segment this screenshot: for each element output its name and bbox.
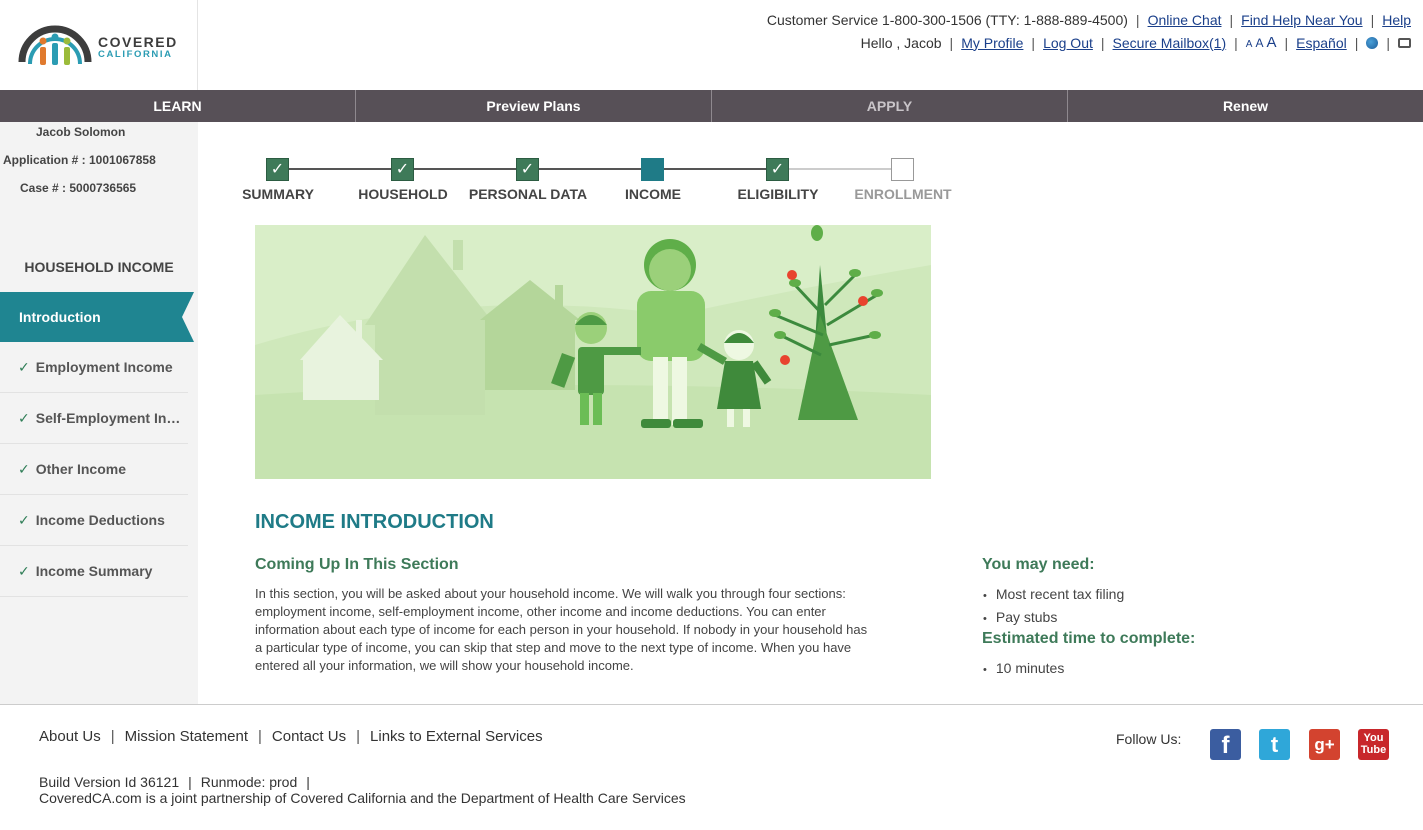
divider: | bbox=[258, 728, 262, 745]
sidebar-item-label: Income Deductions bbox=[35, 512, 165, 528]
nav-learn[interactable]: LEARN bbox=[0, 90, 356, 122]
build-version: Build Version Id 36121 bbox=[39, 774, 180, 790]
covered-california-logo[interactable]: COVERED CALIFORNIA bbox=[0, 0, 198, 90]
mission-statement-link[interactable]: Mission Statement bbox=[125, 728, 248, 745]
hero-illustration bbox=[255, 225, 931, 479]
secure-mailbox-link[interactable]: Secure Mailbox(1) bbox=[1113, 35, 1227, 51]
footer-links: About Us | Mission Statement | Contact U… bbox=[39, 728, 543, 745]
page-title: INCOME INTRODUCTION bbox=[255, 511, 494, 533]
contact-us-link[interactable]: Contact Us bbox=[272, 728, 346, 745]
family-illustration bbox=[255, 225, 931, 479]
check-icon: ✓ bbox=[18, 410, 30, 426]
sidebar: Jacob Solomon Application # : 1001067858… bbox=[0, 122, 198, 704]
sidebar-item-self-employment-income[interactable]: ✓ Self-Employment Income bbox=[0, 393, 188, 444]
footer-divider bbox=[0, 704, 1423, 705]
utility-bar-user: Hello , Jacob | My Profile | Log Out | S… bbox=[861, 34, 1411, 51]
text-size-large-button[interactable]: A bbox=[1266, 34, 1276, 51]
divider: | bbox=[1031, 34, 1036, 51]
youtube-text-bottom: Tube bbox=[1360, 744, 1387, 756]
customer-service-text: Customer Service 1-800-300-1506 (TTY: 1-… bbox=[766, 12, 1128, 28]
step-enrollment-label: ENROLLMENT bbox=[854, 186, 952, 202]
divider: | bbox=[1234, 34, 1238, 51]
check-icon: ✓ bbox=[18, 512, 30, 528]
find-help-link[interactable]: Find Help Near You bbox=[1241, 12, 1362, 28]
case-number: Case # : 5000736565 bbox=[20, 181, 137, 195]
you-may-need-heading: You may need: bbox=[982, 556, 1095, 573]
logo-text-california: CALIFORNIA bbox=[98, 49, 173, 60]
need-item: Most recent tax filing bbox=[983, 586, 1124, 602]
step-eligibility-check-icon: ✓ bbox=[766, 158, 789, 181]
progress-connector bbox=[788, 168, 892, 170]
sidebar-item-label: Self-Employment Income bbox=[35, 410, 188, 426]
greeting-text: Hello , Jacob bbox=[860, 34, 942, 51]
check-icon: ✓ bbox=[18, 359, 30, 375]
divider: | bbox=[1370, 12, 1375, 28]
partnership-text: CoveredCA.com is a joint partnership of … bbox=[39, 790, 686, 806]
youtube-text-top: You bbox=[1363, 732, 1384, 744]
nav-preview-plans[interactable]: Preview Plans bbox=[356, 90, 712, 122]
divider: | bbox=[949, 34, 954, 51]
divider: | bbox=[1386, 34, 1390, 51]
divider: | bbox=[1354, 34, 1359, 51]
sidebar-heading: HOUSEHOLD INCOME bbox=[24, 259, 174, 275]
sidebar-item-other-income[interactable]: ✓ Other Income bbox=[0, 444, 188, 495]
progress-connector bbox=[538, 168, 642, 170]
help-link[interactable]: Help bbox=[1382, 12, 1411, 28]
log-out-link[interactable]: Log Out bbox=[1043, 35, 1093, 51]
sidebar-item-introduction[interactable]: Introduction bbox=[0, 292, 194, 342]
divider: | bbox=[110, 728, 115, 745]
globe-icon[interactable] bbox=[1366, 36, 1379, 49]
sidebar-item-employment-income[interactable]: ✓ Employment Income bbox=[0, 342, 188, 393]
divider: | bbox=[1100, 34, 1105, 51]
external-services-link[interactable]: Links to External Services bbox=[370, 728, 543, 745]
utility-bar-top: Customer Service 1-800-300-1506 (TTY: 1-… bbox=[767, 12, 1411, 28]
check-icon: ✓ bbox=[18, 563, 30, 579]
step-summary-check-icon: ✓ bbox=[266, 158, 289, 181]
sidebar-item-label: Other Income bbox=[35, 461, 126, 477]
step-income-current-icon bbox=[641, 158, 664, 181]
build-info: Build Version Id 36121 | Runmode: prod | bbox=[39, 774, 310, 790]
nav-apply[interactable]: APPLY bbox=[712, 90, 1068, 122]
coming-up-heading: Coming Up In This Section bbox=[255, 556, 459, 573]
text-size-small-button[interactable]: A bbox=[1246, 39, 1253, 50]
sidebar-item-label: Income Summary bbox=[35, 563, 153, 579]
applicant-name: Jacob Solomon bbox=[36, 125, 126, 139]
online-chat-link[interactable]: Online Chat bbox=[1148, 12, 1222, 28]
main-nav: LEARN Preview Plans APPLY Renew bbox=[0, 90, 1423, 122]
divider: | bbox=[356, 728, 361, 745]
nav-renew[interactable]: Renew bbox=[1068, 90, 1423, 122]
time-item: 10 minutes bbox=[983, 660, 1064, 676]
twitter-icon[interactable]: t bbox=[1259, 729, 1290, 760]
coming-up-text: In this section, you will be asked about… bbox=[255, 586, 868, 673]
sidebar-item-label: Employment Income bbox=[35, 359, 173, 375]
divider: | bbox=[1135, 12, 1140, 28]
logo-text-covered: COVERED bbox=[98, 34, 178, 50]
facebook-icon[interactable]: f bbox=[1210, 729, 1241, 760]
progress-connector bbox=[288, 168, 392, 170]
logo-emblem-icon bbox=[18, 25, 92, 65]
espanol-link[interactable]: Español bbox=[1296, 35, 1347, 51]
estimated-time-heading: Estimated time to complete: bbox=[982, 630, 1196, 647]
check-icon: ✓ bbox=[18, 461, 30, 477]
progress-connector bbox=[413, 168, 517, 170]
sidebar-item-income-summary[interactable]: ✓ Income Summary bbox=[0, 546, 188, 597]
printer-icon[interactable] bbox=[1398, 37, 1411, 48]
divider: | bbox=[1229, 12, 1234, 28]
follow-us-label: Follow Us: bbox=[1116, 731, 1182, 747]
youtube-icon[interactable]: You Tube bbox=[1358, 729, 1389, 760]
google-plus-icon[interactable]: g+ bbox=[1309, 729, 1340, 760]
about-us-link[interactable]: About Us bbox=[39, 728, 101, 745]
need-item: Pay stubs bbox=[983, 609, 1057, 625]
runmode: Runmode: prod bbox=[200, 774, 298, 790]
text-size-medium-button[interactable]: A bbox=[1255, 36, 1263, 50]
step-household-check-icon: ✓ bbox=[391, 158, 414, 181]
progress-connector bbox=[663, 168, 767, 170]
divider: | bbox=[1284, 34, 1289, 51]
my-profile-link[interactable]: My Profile bbox=[961, 35, 1023, 51]
step-enrollment-empty-icon bbox=[891, 158, 914, 181]
sidebar-item-income-deductions[interactable]: ✓ Income Deductions bbox=[0, 495, 188, 546]
step-personal-data-check-icon: ✓ bbox=[516, 158, 539, 181]
text-size-controls: A A A bbox=[1246, 34, 1277, 51]
application-number: Application # : 1001067858 bbox=[3, 153, 156, 167]
